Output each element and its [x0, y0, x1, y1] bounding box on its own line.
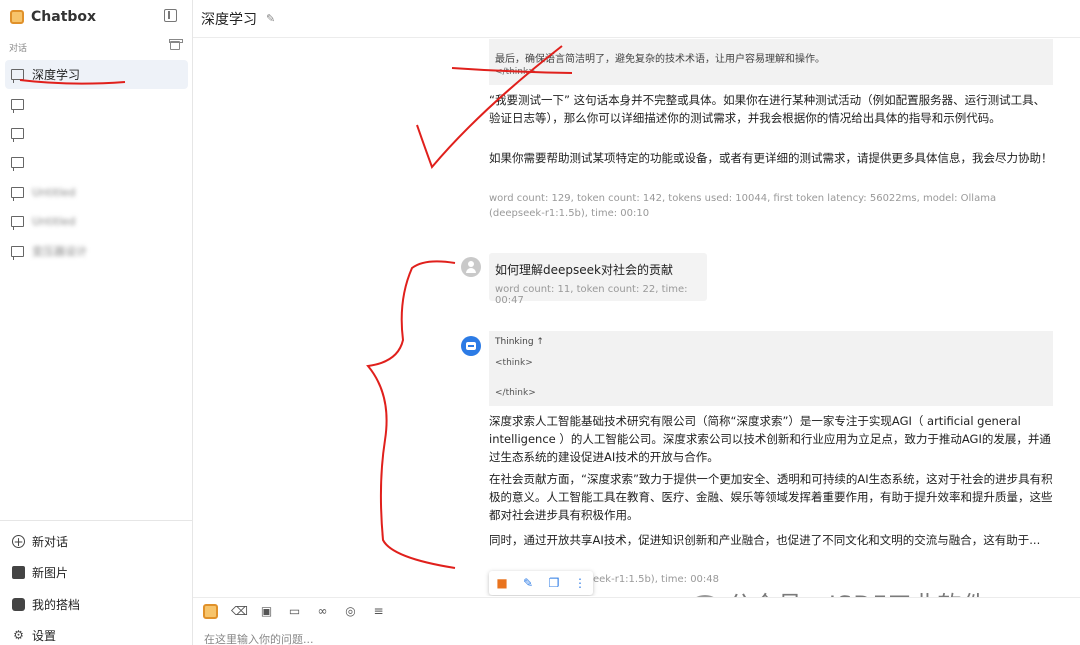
thinking-label: Thinking [495, 337, 534, 347]
gear-icon: ⚙ [13, 627, 24, 642]
thinking-block: Thinking ↑ <think> </think> [489, 331, 1053, 406]
message-area[interactable]: 最后，确保语言简洁明了，避免复杂的技术术语，让用户容易理解和操作。 </thin… [193, 39, 1080, 596]
app-name: Chatbox [31, 9, 97, 25]
my-copilots-button[interactable]: 我的搭档 [12, 595, 80, 613]
conversation-label: 变压器设计 [32, 245, 87, 259]
think-close-tag: </think> [495, 67, 536, 77]
globe-icon[interactable]: ◎ [343, 604, 358, 619]
new-image-label: 新图片 [32, 565, 69, 580]
brand: Chatbox [10, 7, 96, 27]
eraser-icon[interactable]: ⌫ [231, 604, 248, 619]
settings-label: 设置 [32, 628, 57, 643]
thinking-text: 最后，确保语言简洁明了，避免复杂的技术术语，让用户容易理解和操作。 [495, 54, 825, 65]
user-message-text: 如何理解deepseek对社会的贡献 [495, 263, 673, 277]
message-toolbar: ■ ✎ ❐ ⋮ [489, 571, 593, 595]
chat-bubble-icon [11, 157, 24, 172]
sidebar-collapse-icon[interactable] [164, 9, 177, 22]
user-avatar [461, 257, 481, 277]
chat-bubble-icon [11, 98, 24, 113]
user-message: 如何理解deepseek对社会的贡献 word count: 11, token… [489, 253, 707, 306]
sidebar: Chatbox 对话 深度学习 Untitled Untitled 变压器设计 … [0, 0, 193, 645]
conversation-label: 深度学习 [32, 68, 81, 83]
think-close-tag: </think> [495, 388, 536, 398]
copy-icon[interactable]: ❐ [547, 576, 561, 590]
conversation-item[interactable]: Untitled [5, 207, 188, 236]
sidebar-actions [0, 520, 192, 521]
thinking-block: 最后，确保语言简洁明了，避免复杂的技术术语，让用户容易理解和操作。 </thin… [489, 39, 1053, 85]
chat-bubble-icon [11, 245, 24, 260]
new-chat-label: 新对话 [32, 534, 69, 549]
assistant-avatar [461, 336, 481, 356]
plus-circle-icon: + [12, 534, 25, 549]
conversation-item[interactable]: 变压器设计 [5, 236, 188, 265]
image-icon [12, 565, 25, 579]
new-chat-button[interactable]: + 新对话 [12, 532, 68, 550]
conversation-item[interactable] [5, 89, 188, 118]
link-icon[interactable]: ∞ [315, 604, 330, 619]
conversation-list: 深度学习 Untitled Untitled 变压器设计 [5, 60, 188, 266]
pencil-icon[interactable]: ✎ [521, 576, 535, 590]
page-title: 深度学习 [201, 12, 257, 28]
arrow-up-icon: ↑ [536, 337, 544, 347]
new-image-button[interactable]: 新图片 [12, 563, 68, 581]
chatbox-logo-icon[interactable] [203, 604, 218, 619]
section-label: 对话 [9, 44, 28, 54]
conversation-item-deep-learning[interactable]: 深度学习 [5, 60, 188, 90]
image-chat-icon [11, 216, 24, 231]
message-meta: word count: 129, token count: 142, token… [489, 193, 997, 219]
input-toolbar: ⌫ ▣ ▭ ∞ ◎ ≡ [203, 604, 399, 619]
thinking-toggle[interactable]: Thinking ↑ [495, 337, 544, 347]
chat-bubble-icon [11, 127, 24, 142]
chat-bubble-icon [11, 186, 24, 201]
input-area: ⌫ ▣ ▭ ∞ ◎ ≡ 在这里输入你的问题... [193, 597, 1080, 645]
robot-icon [12, 597, 25, 611]
chatbox-logo-icon [10, 10, 24, 24]
stop-icon[interactable]: ■ [495, 576, 509, 590]
pencil-icon[interactable]: ✎ [266, 12, 275, 25]
assistant-paragraph: 深度求索人工智能基础技术研究有限公司（简称“深度求索”）是一家专注于实现AGI（… [489, 414, 1051, 464]
folder-icon[interactable]: ▭ [287, 604, 302, 619]
image-icon[interactable]: ▣ [259, 604, 274, 619]
settings-button[interactable]: ⚙ 设置 [12, 626, 56, 644]
chat-input[interactable]: 在这里输入你的问题... [204, 631, 314, 645]
assistant-paragraph: 同时，通过开放共享AI技术，促进知识创新和产业融合，也促进了不同文化和文明的交流… [489, 533, 1041, 547]
chat-bubble-icon [11, 69, 24, 84]
conversation-item[interactable]: Untitled [5, 178, 188, 207]
chat-header: 深度学习 ✎ [193, 0, 1080, 38]
assistant-paragraph: 在社会贡献方面，“深度求索”致力于提供一个更加安全、透明和可持续的AI生态系统，… [489, 472, 1053, 522]
assistant-paragraph: “我要测试一下” 这句话本身并不完整或具体。如果你在进行某种测试活动（例如配置服… [489, 93, 1046, 125]
more-vertical-icon[interactable]: ⋮ [573, 576, 587, 590]
settings-sliders-icon[interactable]: ≡ [371, 604, 386, 619]
message-meta: word count: 11, token count: 22, time: 0… [495, 284, 688, 306]
conversation-label: Untitled [32, 215, 76, 229]
think-open-tag: <think> [495, 358, 533, 368]
conversation-label: Untitled [32, 185, 76, 199]
assistant-paragraph: 如果你需要帮助测试某项特定的功能或设备，或者有更详细的测试需求，请提供更多具体信… [489, 151, 1053, 165]
my-copilots-label: 我的搭档 [32, 597, 81, 612]
archive-icon[interactable] [169, 39, 183, 50]
conversation-item[interactable] [5, 119, 188, 148]
conversation-item[interactable] [5, 148, 188, 177]
